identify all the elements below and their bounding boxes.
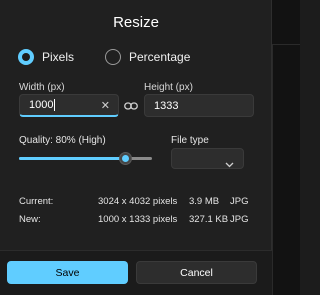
radio-pixels-label: Pixels	[42, 50, 75, 64]
current-label: Current:	[19, 196, 54, 207]
dialog-title: Resize	[113, 14, 159, 31]
quality-slider[interactable]	[19, 152, 152, 165]
save-button[interactable]: Save	[7, 261, 128, 284]
current-size: 3.9 MB	[189, 196, 220, 207]
resize-dialog: Resize Pixels Percentage Width (px) 1000…	[0, 0, 272, 295]
background-frame	[272, 44, 300, 295]
new-size: 327.1 KB	[189, 214, 229, 225]
radio-percentage[interactable]: Percentage	[105, 49, 190, 65]
file-type-select[interactable]	[171, 148, 244, 169]
width-label: Width (px)	[19, 82, 65, 93]
radio-percentage-label: Percentage	[129, 50, 191, 64]
width-value: 1000	[29, 99, 54, 111]
current-type: JPG	[230, 196, 249, 207]
height-label: Height (px)	[144, 82, 193, 93]
clear-icon[interactable]: ✕	[101, 99, 110, 113]
current-dimensions: 3024 x 4032 pixels	[98, 196, 178, 207]
height-value: 1333	[154, 99, 179, 112]
quality-slider-thumb[interactable]	[119, 152, 133, 165]
radio-indicator	[18, 49, 34, 65]
file-type-label: File type	[171, 135, 209, 146]
radio-pixels[interactable]: Pixels	[18, 49, 74, 65]
new-label: New:	[19, 214, 41, 225]
new-type: JPG	[230, 214, 249, 225]
quality-label: Quality: 80% (High)	[19, 135, 106, 146]
radio-indicator	[105, 49, 121, 65]
chevron-down-icon	[225, 155, 234, 173]
background-window	[270, 0, 300, 295]
new-dimensions: 1000 x 1333 pixels	[98, 214, 178, 225]
cancel-button[interactable]: Cancel	[136, 261, 257, 284]
link-icon[interactable]	[124, 99, 138, 117]
width-input[interactable]: 1000 ✕	[19, 94, 119, 117]
quality-slider-fill	[19, 157, 126, 160]
height-input[interactable]: 1333	[144, 94, 254, 117]
text-caret	[54, 99, 56, 111]
